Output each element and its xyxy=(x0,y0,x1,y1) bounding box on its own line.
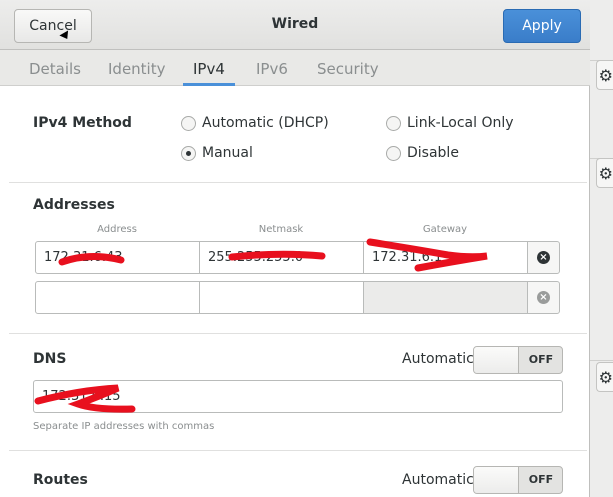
tab-identity[interactable]: Identity xyxy=(108,60,166,78)
routes-automatic-switch[interactable]: OFF xyxy=(473,466,563,494)
address-input[interactable]: 172.31.6.43 xyxy=(35,241,200,274)
delete-address-button[interactable]: × xyxy=(527,281,560,314)
tab-security[interactable]: Security xyxy=(317,60,379,78)
section-divider xyxy=(9,182,587,183)
radio-button-icon[interactable] xyxy=(386,145,401,161)
netmask-input[interactable] xyxy=(199,281,364,314)
background-divider xyxy=(590,360,613,361)
tab-ipv4[interactable]: IPv4 xyxy=(193,60,225,78)
dialog-title: Wired xyxy=(271,16,319,32)
apply-button[interactable]: Apply xyxy=(503,9,581,43)
close-circle-icon: × xyxy=(537,251,550,264)
gear-icon[interactable]: ⚙ xyxy=(596,60,613,90)
radio-button-icon[interactable] xyxy=(181,115,196,131)
radio-disable[interactable]: Disable xyxy=(386,145,459,161)
dns-label: DNS xyxy=(33,351,67,367)
address-input[interactable] xyxy=(35,281,200,314)
switch-knob[interactable] xyxy=(474,467,519,493)
radio-automatic-dhcp[interactable]: Automatic (DHCP) xyxy=(181,115,329,131)
tab-details[interactable]: Details xyxy=(29,60,81,78)
dns-automatic-switch[interactable]: OFF xyxy=(473,346,563,374)
radio-link-local-only[interactable]: Link-Local Only xyxy=(386,115,514,131)
gateway-input[interactable] xyxy=(363,281,528,314)
switch-knob[interactable] xyxy=(474,347,519,373)
column-header-address: Address xyxy=(97,224,137,235)
gear-icon[interactable]: ⚙ xyxy=(596,362,613,392)
column-header-netmask: Netmask xyxy=(258,224,304,235)
column-header-gateway: Gateway xyxy=(422,224,468,235)
delete-address-button[interactable]: × xyxy=(527,241,560,274)
network-settings-dialog: Cancel Wired Apply Details Identity IPv4… xyxy=(0,0,590,497)
switch-state: OFF xyxy=(528,353,554,366)
close-circle-icon: × xyxy=(537,291,550,304)
radio-button-icon[interactable] xyxy=(386,115,401,131)
section-divider xyxy=(9,333,587,334)
radio-label: Disable xyxy=(407,145,459,161)
header-bar: Cancel Wired Apply xyxy=(0,0,590,50)
dns-input[interactable]: 172.31.6.15 xyxy=(33,380,563,413)
radio-label: Automatic (DHCP) xyxy=(202,115,329,131)
section-divider xyxy=(9,450,587,451)
dns-hint: Separate IP addresses with commas xyxy=(33,421,215,432)
dns-automatic-label: Automatic xyxy=(402,351,474,367)
switch-state: OFF xyxy=(528,473,554,486)
radio-button-checked-icon[interactable] xyxy=(181,145,196,161)
ipv4-method-label: IPv4 Method xyxy=(33,115,132,131)
radio-manual[interactable]: Manual xyxy=(181,145,253,161)
radio-label: Manual xyxy=(202,145,253,161)
netmask-input[interactable]: 255.255.255.0 xyxy=(199,241,364,274)
gear-icon[interactable]: ⚙ xyxy=(596,158,613,188)
radio-label: Link-Local Only xyxy=(407,115,514,131)
tab-ipv6[interactable]: IPv6 xyxy=(256,60,288,78)
tab-bar: Details Identity IPv4 IPv6 Security xyxy=(0,50,590,86)
routes-automatic-label: Automatic xyxy=(402,472,474,488)
gateway-input[interactable]: 172.31.6.1 xyxy=(363,241,528,274)
addresses-label: Addresses xyxy=(33,197,115,213)
active-tab-indicator xyxy=(183,83,235,86)
routes-label: Routes xyxy=(33,472,88,488)
